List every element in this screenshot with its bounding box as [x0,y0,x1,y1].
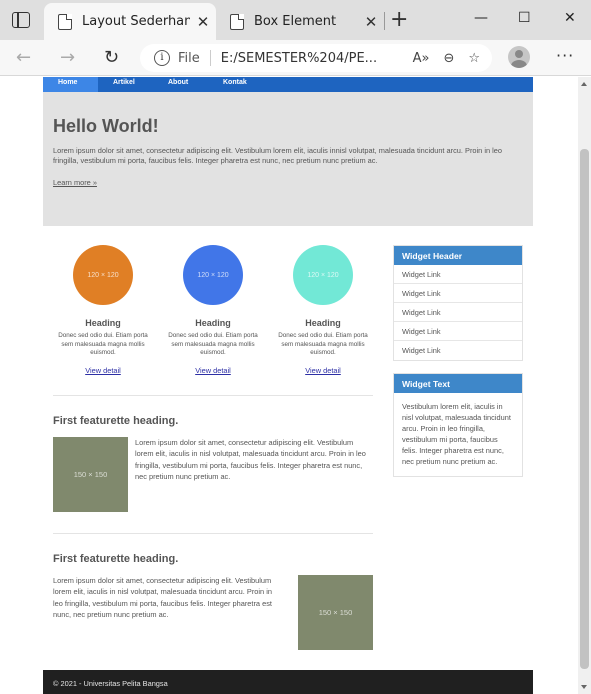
refresh-icon[interactable]: ↻ [104,47,119,68]
read-aloud-icon[interactable]: A» [413,51,430,66]
widget-link[interactable]: Widget Link [394,322,522,341]
minimize-button[interactable]: — [474,10,488,26]
jumbotron-title: Hello World! [53,116,159,136]
tab-actions-icon[interactable] [12,12,30,28]
top-nav: Home Artikel About Kontak [43,77,533,92]
page-container: Home Artikel About Kontak Hello World! L… [43,77,533,694]
featurette-body: 150 × 150 Lorem ipsum dolor sit amet, co… [53,436,373,512]
widget-text-box: Widget Text Vestibulum lorem elit, iacul… [393,373,523,478]
tab-title: Box Element [254,14,337,29]
sidebar: Widget Header Widget Link Widget Link Wi… [393,245,523,478]
url-separator [209,50,211,66]
address-bar: ← → ↻ i File E:/SEMESTER%204/PE... A» ⊖ … [0,40,591,76]
tab-divider [384,12,385,30]
widget-header: Widget Text [394,374,522,393]
featurette: First featurette heading. Lorem ipsum do… [53,553,373,650]
widget-link[interactable]: Widget Link [394,341,522,360]
nav-kontak[interactable]: Kontak [208,77,263,92]
column-heading: Heading [305,318,341,328]
featurette-text: Lorem ipsum dolor sit amet, consectetur … [135,437,366,482]
featurette-heading: First featurette heading. [53,414,179,427]
featurette-image: 150 × 150 [298,574,373,650]
divider [53,532,373,534]
back-icon[interactable]: ← [16,47,31,68]
tab-title: Layout Sederhana [82,14,190,29]
circle-image: 120 × 120 [183,245,243,305]
close-window-button[interactable]: ✕ [564,10,576,26]
widget-link[interactable]: Widget Link [394,303,522,322]
column-text: Donec sed odio dui. Etiam porta sem male… [278,332,368,357]
column-item: 120 × 120 Heading Donec sed odio dui. Et… [163,245,263,377]
maximize-button[interactable]: ☐ [518,10,531,26]
featurette: First featurette heading. 150 × 150 Lore… [53,415,373,512]
column-item: 120 × 120 Heading Donec sed odio dui. Et… [53,245,153,377]
page-viewport: Home Artikel About Kontak Hello World! L… [0,77,578,694]
nav-artikel[interactable]: Artikel [98,77,153,92]
favorites-icon[interactable]: ☆ [468,51,480,66]
menu-icon[interactable]: ··· [556,46,574,65]
column-heading: Heading [85,318,121,328]
scroll-thumb[interactable] [580,149,589,669]
scroll-down-icon[interactable] [581,685,587,689]
nav-home[interactable]: Home [43,77,98,92]
url-bar[interactable]: i File E:/SEMESTER%204/PE... A» ⊖ ☆ [140,44,492,72]
widget-link[interactable]: Widget Link [394,284,522,303]
url-text[interactable]: E:/SEMESTER%204/PE... [221,51,399,66]
column-item: 120 × 120 Heading Donec sed odio dui. Et… [273,245,373,377]
view-detail-link[interactable]: View detail [305,366,341,375]
circle-image: 120 × 120 [73,245,133,305]
featurette-text: Lorem ipsum dolor sit amet, consectetur … [53,575,272,620]
scroll-up-icon[interactable] [581,82,587,86]
zoom-icon[interactable]: ⊖ [443,51,454,66]
column-row: 120 × 120 Heading Donec sed odio dui. Et… [53,238,373,377]
view-detail-link[interactable]: View detail [195,366,231,375]
jumbotron-text: Lorem ipsum dolor sit amet, consectetur … [53,146,502,166]
circle-image: 120 × 120 [293,245,353,305]
page-icon [230,13,244,30]
close-tab-icon[interactable]: ✕ [358,13,384,31]
widget-header: Widget Header [394,246,522,265]
view-detail-link[interactable]: View detail [85,366,121,375]
page-icon [58,13,72,30]
learn-more-link[interactable]: Learn more » [53,178,97,187]
vertical-scrollbar[interactable] [578,77,591,694]
protocol-label: File [178,50,200,66]
profile-icon[interactable] [508,46,530,68]
widget-links: Widget Header Widget Link Widget Link Wi… [393,245,523,361]
tab-layout-sederhana[interactable]: Layout Sederhana ✕ [44,3,216,40]
widget-link[interactable]: Widget Link [394,265,522,284]
tab-box-element[interactable]: Box Element ✕ [216,3,384,40]
close-tab-icon[interactable]: ✕ [190,13,216,31]
column-text: Donec sed odio dui. Etiam porta sem male… [58,332,148,357]
new-tab-button[interactable]: + [390,9,408,31]
column-text: Donec sed odio dui. Etiam porta sem male… [168,332,258,357]
tab-bar: Layout Sederhana ✕ Box Element ✕ + — ☐ ✕ [0,0,591,40]
featurette-heading: First featurette heading. [53,552,179,565]
divider [53,394,373,396]
widget-text: Vestibulum lorem elit, iaculis in nisl v… [402,402,511,466]
jumbotron: Hello World! Lorem ipsum dolor sit amet,… [43,92,533,226]
main-content: 120 × 120 Heading Donec sed odio dui. Et… [53,238,373,650]
column-heading: Heading [195,318,231,328]
featurette-image: 150 × 150 [53,436,128,512]
forward-icon[interactable]: → [60,47,75,68]
info-icon[interactable]: i [154,50,170,66]
footer: © 2021 - Universitas Pelita Bangsa [43,670,533,694]
featurette-body: Lorem ipsum dolor sit amet, consectetur … [53,574,373,650]
nav-about[interactable]: About [153,77,208,92]
